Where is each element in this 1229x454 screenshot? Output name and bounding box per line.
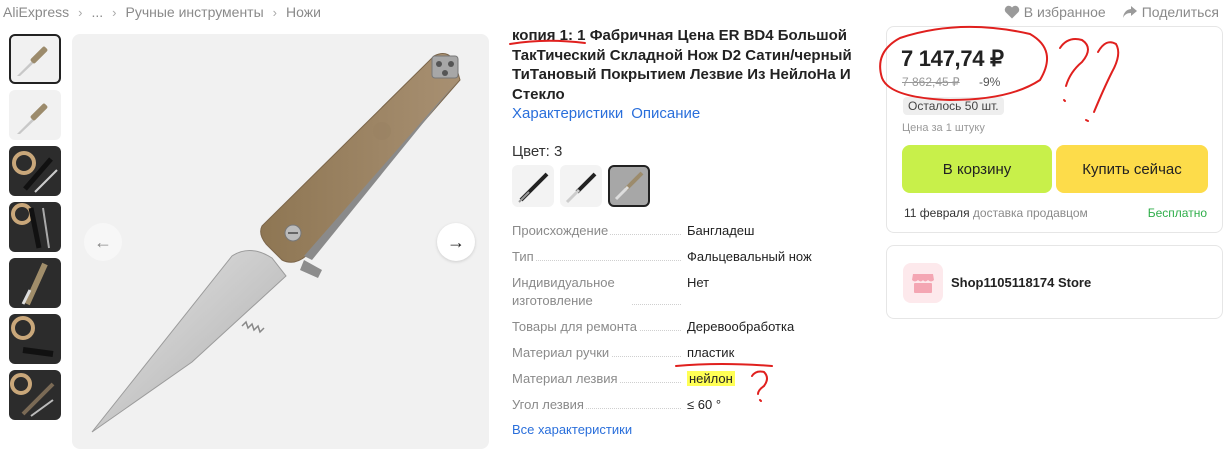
spec-value: Деревообработка [687, 319, 795, 334]
spec-key: Материал ручки [512, 345, 612, 360]
spec-row: Товары для ремонта Деревообработка [512, 318, 832, 336]
thumbnail[interactable] [9, 34, 61, 84]
delivery-date: 11 февраля [904, 206, 970, 220]
spec-value: Фальцевальный нож [687, 249, 812, 264]
chevron-right-icon: › [272, 4, 277, 20]
thumbnail[interactable] [9, 90, 61, 140]
spec-row: Материал лезвия нейлон [512, 370, 832, 388]
spec-value: Нет [687, 275, 710, 290]
knife-image [614, 171, 644, 201]
knife-image [17, 103, 48, 134]
arrow-left-icon: ← [94, 231, 112, 252]
all-specs-link[interactable]: Все характеристики [512, 422, 632, 437]
spec-key: Тип [512, 249, 536, 264]
chevron-right-icon: › [112, 4, 117, 20]
spec-key: Материал лезвия [512, 371, 620, 386]
spec-key: Угол лезвия [512, 397, 586, 412]
arrow-right-icon: → [447, 231, 465, 252]
knife-image [17, 46, 48, 76]
spec-row: Происхождение Бангладеш [512, 222, 832, 240]
next-image-button[interactable]: → [437, 223, 475, 261]
knife-image [11, 316, 54, 357]
thumbnail-list [9, 34, 61, 426]
color-swatch[interactable] [560, 165, 602, 207]
store-icon [903, 263, 943, 303]
thumbnail[interactable] [9, 202, 61, 252]
spec-row: Материал ручки пластик [512, 344, 832, 362]
discount-badge: -9% [979, 75, 1001, 89]
spec-row: Тип Фальцевальный нож [512, 248, 832, 266]
spec-row: Индивидуальное изготовление Нет [512, 274, 832, 310]
knife-image [518, 172, 549, 203]
breadcrumb-subcategory[interactable]: Ножи [286, 4, 321, 20]
spec-value: ≤ 60 ° [687, 397, 722, 412]
delivery-text: доставка продавцом [972, 206, 1088, 220]
header-actions: В избранное Поделиться [988, 3, 1219, 21]
tab-characteristics[interactable]: Характеристики [512, 105, 623, 122]
breadcrumb-home[interactable]: AliExpress [3, 4, 69, 20]
store-card[interactable]: Shop1105118174 Store [886, 245, 1223, 319]
color-swatches [512, 165, 650, 207]
specs-list: Происхождение Бангладеш Тип Фальцевальны… [512, 222, 832, 414]
knife-image [11, 203, 50, 249]
current-price: 7 147,74 ₽ [901, 46, 1004, 71]
product-tabs: Характеристики Описание [512, 105, 700, 122]
spec-row: Угол лезвия ≤ 60 ° [512, 396, 832, 414]
share-label: Поделиться [1141, 4, 1219, 20]
thumbnail[interactable] [9, 314, 61, 364]
spec-key: Товары для ремонта [512, 319, 639, 334]
color-swatch[interactable] [512, 165, 554, 207]
thumbnail[interactable] [9, 146, 61, 196]
stock-badge: Осталось 50 шт. [903, 97, 1004, 115]
knife-image [10, 373, 55, 417]
knife-image [91, 53, 461, 433]
color-swatch-selected[interactable] [608, 165, 650, 207]
thumbnail[interactable] [9, 258, 61, 308]
breadcrumb-ellipsis[interactable]: ... [91, 4, 103, 20]
spec-key: Индивидуальное изготовление [512, 274, 632, 310]
breadcrumb-category[interactable]: Ручные инструменты [126, 4, 264, 20]
store-name[interactable]: Shop1105118174 Store [951, 275, 1091, 290]
unit-price-note: Цена за 1 штуку [902, 122, 985, 134]
price-card: 7 147,74 ₽ 7 862,45 ₽ -9% Осталось 50 шт… [886, 26, 1223, 233]
spec-value: Бангладеш [687, 223, 755, 238]
favorites-button[interactable]: В избранное [1004, 4, 1106, 20]
knife-image [565, 172, 597, 204]
share-button[interactable]: Поделиться [1122, 4, 1219, 20]
heart-icon [1004, 5, 1019, 19]
delivery-info: 11 февраля доставка продавцом [904, 206, 1088, 220]
previous-image-button[interactable]: ← [84, 223, 122, 261]
knife-image [21, 262, 48, 306]
thumbnail[interactable] [9, 370, 61, 420]
spec-value: пластик [687, 345, 735, 360]
color-label: Цвет: 3 [512, 143, 563, 160]
add-to-cart-button[interactable]: В корзину [902, 145, 1052, 193]
tab-description[interactable]: Описание [631, 105, 700, 122]
chevron-right-icon: › [78, 4, 83, 20]
knife-image [12, 151, 58, 193]
delivery-price: Бесплатно [1147, 206, 1207, 220]
product-title: копия 1: 1 Фабричная Цена ER BD4 Большой… [512, 27, 852, 103]
buy-now-button[interactable]: Купить сейчас [1056, 145, 1208, 193]
main-product-image: ← → [72, 34, 489, 449]
spec-key: Происхождение [512, 223, 611, 238]
old-price: 7 862,45 ₽ [902, 75, 960, 89]
favorites-label: В избранное [1023, 4, 1106, 20]
spec-value-highlighted: нейлон [687, 371, 735, 386]
breadcrumb: AliExpress › ... › Ручные инструменты › … [3, 3, 321, 21]
share-icon [1122, 6, 1137, 18]
